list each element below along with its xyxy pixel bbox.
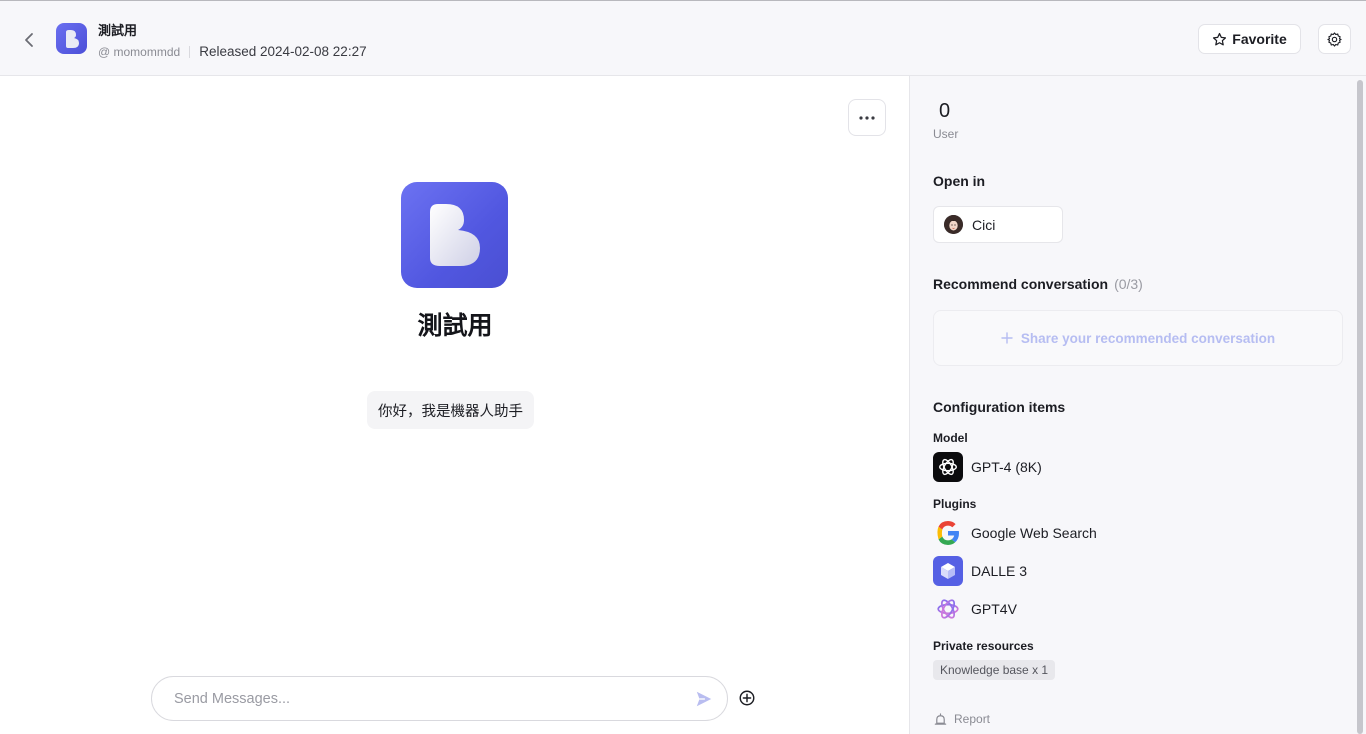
back-button[interactable] [18, 29, 40, 51]
share-conversation-button[interactable]: Share your recommended conversation [933, 310, 1343, 366]
google-icon [933, 518, 963, 548]
settings-button[interactable] [1318, 24, 1351, 54]
plugin-name: DALLE 3 [971, 563, 1028, 579]
more-options-button[interactable] [848, 99, 886, 136]
gpt4v-icon [933, 594, 963, 624]
plus-circle-icon[interactable] [738, 689, 756, 707]
star-icon [1213, 32, 1227, 45]
open-in-app-label: Cici [972, 216, 996, 233]
send-icon[interactable] [695, 690, 713, 708]
model-name: GPT-4 (8K) [971, 459, 1042, 475]
bot-info-panel: 0 User Open in Cici Recommend conversati… [910, 76, 1366, 734]
report-button[interactable]: Report [934, 712, 990, 726]
gear-icon [1327, 31, 1342, 47]
open-in-cici-button[interactable]: Cici [933, 206, 1063, 243]
recommend-count: (0/3) [1114, 276, 1143, 292]
bot-title: 測試用 [417, 312, 493, 340]
ellipsis-icon [859, 115, 875, 120]
sidebar-scrollbar[interactable] [1357, 80, 1363, 734]
dalle-cube-icon [933, 556, 963, 586]
cici-avatar-icon [944, 215, 963, 234]
plugin-item: DALLE 3 [933, 556, 1027, 586]
report-label: Report [954, 712, 991, 726]
plus-icon [1001, 332, 1013, 344]
chevron-left-icon [25, 33, 33, 47]
recommend-title: Recommend conversation (0/3) [933, 276, 1143, 292]
share-label: Share your recommended conversation [1020, 330, 1276, 346]
open-in-title: Open in [933, 173, 986, 189]
knowledge-base-tag[interactable]: Knowledge base x 1 [933, 660, 1056, 680]
greeting-message: 你好，我是機器人助手 [367, 391, 534, 429]
favorite-button[interactable]: Favorite [1198, 24, 1301, 54]
model-label: Model [933, 431, 968, 445]
plugins-label: Plugins [933, 497, 977, 511]
bot-name: 測試用 [98, 23, 138, 38]
bot-avatar-large [401, 182, 508, 288]
message-composer [151, 676, 728, 721]
meta-divider [189, 45, 191, 58]
user-count: 0 [939, 100, 951, 122]
config-title: Configuration items [933, 399, 1066, 415]
plugin-name: Google Web Search [971, 525, 1097, 541]
model-item: GPT-4 (8K) [933, 452, 1042, 482]
plugin-name: GPT4V [971, 601, 1017, 617]
recommend-title-label: Recommend conversation [933, 276, 1109, 292]
openai-icon [933, 452, 963, 482]
plugin-item: Google Web Search [933, 518, 1097, 548]
message-input[interactable] [174, 677, 674, 720]
alarm-icon [934, 712, 947, 725]
author-handle[interactable]: @ momommdd [98, 45, 180, 59]
top-bar: 測試用 @ momommdd Released 2024-02-08 22:27… [0, 0, 1366, 76]
private-resources-label: Private resources [933, 639, 1034, 653]
bot-meta: @ momommdd Released 2024-02-08 22:27 [98, 44, 367, 59]
user-count-label: User [933, 127, 959, 141]
release-date: Released 2024-02-08 22:27 [199, 44, 367, 59]
plugin-item: GPT4V [933, 594, 1017, 624]
chat-area: 測試用 你好，我是機器人助手 [0, 76, 909, 734]
favorite-label: Favorite [1232, 31, 1287, 47]
bot-logo-icon [65, 29, 79, 48]
bot-avatar [56, 23, 87, 54]
bot-logo-icon [429, 204, 480, 266]
